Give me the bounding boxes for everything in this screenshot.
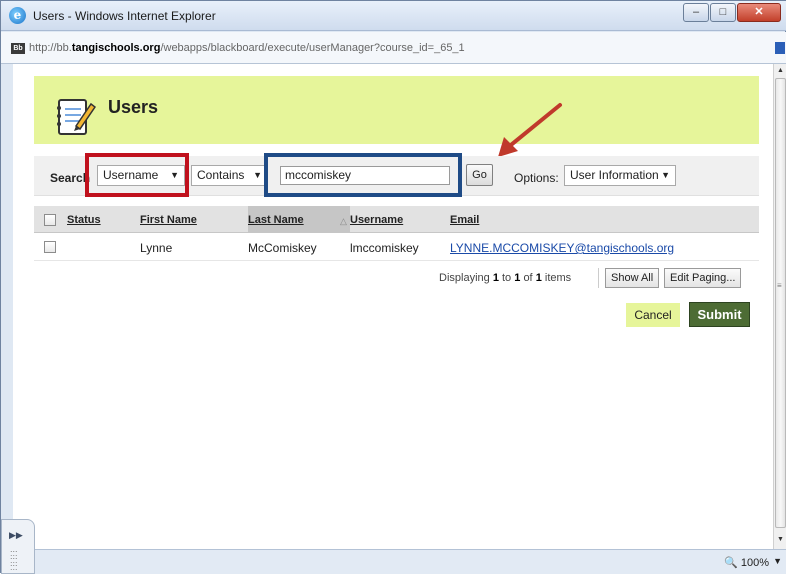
paging-total: 1 bbox=[535, 272, 542, 284]
column-email[interactable]: Email bbox=[450, 214, 479, 226]
scroll-down-arrow-icon[interactable]: ▼ bbox=[777, 536, 784, 543]
compatibility-icon[interactable] bbox=[775, 42, 785, 54]
internet-explorer-icon: e bbox=[9, 7, 26, 24]
cell-email-link[interactable]: LYNNE.MCCOMISKEY@tangischools.org bbox=[450, 241, 674, 255]
maximize-button[interactable]: □ bbox=[710, 3, 736, 22]
paging-of-word: of bbox=[523, 272, 533, 284]
paging-to: 1 bbox=[514, 272, 521, 284]
double-chevron-right-icon: ▶▶ bbox=[9, 530, 23, 540]
url-path: /webapps/blackboard/execute/userManager?… bbox=[160, 42, 465, 54]
url-prefix: http://bb. bbox=[29, 42, 72, 54]
table-row: Lynne McComiskey lmccomiskey LYNNE.MCCOM… bbox=[34, 233, 759, 261]
table-header: Status First Name Last Name △ Username E… bbox=[34, 206, 759, 233]
paging-summary: Displaying 1 to 1 of 1 items bbox=[439, 272, 571, 284]
address-bar[interactable]: Bb http://bb.tangischools.org/webapps/bl… bbox=[1, 32, 786, 64]
title-bar: e Users - Windows Internet Explorer – □ … bbox=[1, 1, 786, 31]
zoom-value: 100% bbox=[740, 557, 769, 569]
options-select[interactable]: User Information ▼ bbox=[564, 165, 676, 186]
browser-window: e Users - Windows Internet Explorer – □ … bbox=[0, 0, 786, 574]
notepad-pencil-icon bbox=[57, 99, 96, 135]
go-button[interactable]: Go bbox=[466, 164, 493, 186]
column-status[interactable]: Status bbox=[67, 214, 101, 226]
select-all-checkbox[interactable] bbox=[44, 214, 56, 226]
column-first-name[interactable]: First Name bbox=[140, 214, 197, 226]
paging-from: 1 bbox=[492, 272, 499, 284]
url-text[interactable]: http://bb.tangischools.org/webapps/black… bbox=[29, 42, 465, 54]
search-operator-value: Contains bbox=[197, 168, 245, 182]
minimize-button[interactable]: – bbox=[683, 3, 709, 22]
window-controls: – □ ✕ bbox=[683, 3, 781, 22]
window-title: Users - Windows Internet Explorer bbox=[33, 9, 216, 23]
left-frame-edge bbox=[1, 64, 13, 549]
sort-ascending-icon: △ bbox=[340, 216, 347, 226]
page-title: Users bbox=[108, 97, 159, 117]
options-label: Options: bbox=[514, 171, 559, 185]
options-value: User Information bbox=[570, 168, 659, 182]
zoom-dropdown-icon[interactable]: ▼ bbox=[773, 556, 782, 566]
scroll-up-arrow-icon[interactable]: ▲ bbox=[777, 67, 784, 74]
search-operator-select[interactable]: Contains ▼ bbox=[191, 165, 268, 186]
close-button[interactable]: ✕ bbox=[737, 3, 781, 22]
paging-to-word: to bbox=[502, 272, 512, 284]
sidebar-expander[interactable]: ▶▶ ::::::::: bbox=[1, 519, 35, 574]
scroll-thumb[interactable] bbox=[775, 78, 786, 528]
status-bar: 🔍 100% ▼ bbox=[1, 549, 786, 574]
page-header: Users bbox=[34, 76, 759, 144]
chevron-down-icon: ▼ bbox=[253, 170, 262, 180]
paging-suffix: items bbox=[544, 272, 572, 284]
annotation-arrow bbox=[498, 103, 562, 157]
row-checkbox[interactable] bbox=[44, 241, 56, 253]
scroll-grip-icon: ≡ bbox=[777, 281, 782, 290]
show-all-button[interactable]: Show All bbox=[605, 268, 660, 288]
search-input-highlight bbox=[264, 153, 462, 197]
search-field-highlight bbox=[85, 153, 189, 197]
paging-divider bbox=[598, 268, 599, 288]
column-last-name[interactable]: Last Name bbox=[248, 214, 304, 226]
edit-paging-button[interactable]: Edit Paging... bbox=[664, 268, 742, 288]
cell-first-name: Lynne bbox=[140, 241, 173, 255]
url-domain: tangischools.org bbox=[71, 42, 161, 54]
submit-button[interactable]: Submit bbox=[689, 302, 750, 327]
vertical-scrollbar[interactable]: ▲ ≡ ▼ bbox=[773, 64, 786, 549]
zoom-level[interactable]: 🔍 100% bbox=[724, 556, 769, 569]
cancel-button[interactable]: Cancel bbox=[626, 303, 680, 327]
cell-username: lmccomiskey bbox=[350, 241, 419, 255]
column-username[interactable]: Username bbox=[350, 214, 403, 226]
grip-dots-icon: ::::::::: bbox=[10, 548, 18, 572]
page-viewport: Users Search Username ▼ Contains ▼ mccomis… bbox=[13, 64, 773, 549]
blackboard-favicon-icon: Bb bbox=[11, 43, 25, 54]
chevron-down-icon: ▼ bbox=[661, 170, 670, 180]
paging-prefix: Displaying bbox=[439, 272, 490, 284]
cell-last-name: McComiskey bbox=[248, 241, 317, 255]
